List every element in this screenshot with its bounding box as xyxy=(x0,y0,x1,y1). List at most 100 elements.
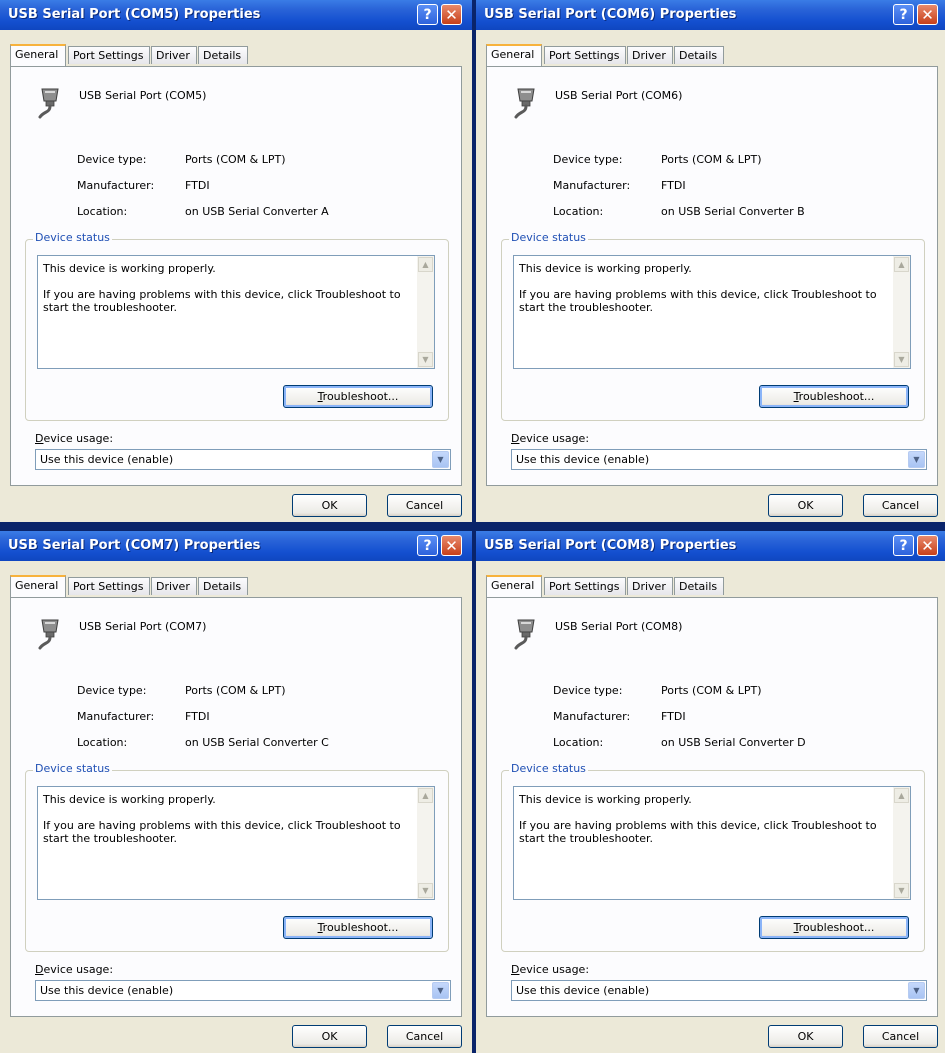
status-scrollbar[interactable]: ▲ ▼ xyxy=(417,256,434,368)
chevron-down-icon[interactable]: ▼ xyxy=(908,982,925,999)
device-usage-label: Device usage: xyxy=(511,432,589,445)
manufacturer-value: FTDI xyxy=(185,179,210,192)
chevron-down-icon[interactable]: ▼ xyxy=(908,451,925,468)
tab-port-settings[interactable]: Port Settings xyxy=(544,46,626,64)
manufacturer-label: Manufacturer: xyxy=(553,179,631,192)
ok-button[interactable]: OK xyxy=(768,1025,843,1048)
title-bar[interactable]: USB Serial Port (COM7) Properties ? ✕ xyxy=(0,531,472,561)
tab-general[interactable]: General xyxy=(10,575,66,597)
title-bar[interactable]: USB Serial Port (COM8) Properties ? ✕ xyxy=(476,531,945,561)
chevron-down-icon[interactable]: ▼ xyxy=(432,982,449,999)
location-label: Location: xyxy=(77,736,128,749)
cancel-button[interactable]: Cancel xyxy=(387,494,462,517)
close-button[interactable]: ✕ xyxy=(441,4,462,25)
troubleshoot-button[interactable]: Troubleshoot... xyxy=(759,385,909,408)
scroll-down-icon[interactable]: ▼ xyxy=(894,352,909,367)
general-tab-panel: USB Serial Port (COM7) Device type: Port… xyxy=(10,597,462,1017)
ok-button[interactable]: OK xyxy=(292,1025,367,1048)
status-scrollbar[interactable]: ▲ ▼ xyxy=(893,256,910,368)
help-button[interactable]: ? xyxy=(893,4,914,25)
tab-driver[interactable]: Driver xyxy=(627,46,673,64)
status-line-2: If you are having problems with this dev… xyxy=(519,288,877,314)
tab-details[interactable]: Details xyxy=(674,577,724,595)
tab-driver[interactable]: Driver xyxy=(627,577,673,595)
device-usage-label-text: evice usage: xyxy=(43,963,114,976)
ok-button[interactable]: OK xyxy=(768,494,843,517)
status-scrollbar[interactable]: ▲ ▼ xyxy=(417,787,434,899)
tab-general[interactable]: General xyxy=(486,44,542,66)
troubleshoot-button[interactable]: Troubleshoot... xyxy=(283,385,433,408)
tab-general[interactable]: General xyxy=(10,44,66,66)
device-status-textbox[interactable]: This device is working properly. If you … xyxy=(513,786,911,900)
tab-general[interactable]: General xyxy=(486,575,542,597)
device-usage-label-text: evice usage: xyxy=(519,432,590,445)
troubleshoot-button[interactable]: Troubleshoot... xyxy=(283,916,433,939)
location-value: on USB Serial Converter C xyxy=(185,736,329,749)
tab-details[interactable]: Details xyxy=(674,46,724,64)
cancel-button[interactable]: Cancel xyxy=(387,1025,462,1048)
chevron-down-icon[interactable]: ▼ xyxy=(432,451,449,468)
device-type-value: Ports (COM & LPT) xyxy=(661,684,762,697)
scroll-up-icon[interactable]: ▲ xyxy=(418,257,433,272)
manufacturer-label: Manufacturer: xyxy=(77,710,155,723)
tab-driver[interactable]: Driver xyxy=(151,577,197,595)
device-usage-value: Use this device (enable) xyxy=(40,453,174,466)
status-line-1: This device is working properly. xyxy=(519,793,692,806)
close-button[interactable]: ✕ xyxy=(917,4,938,25)
device-status-textbox[interactable]: This device is working properly. If you … xyxy=(37,255,435,369)
help-button[interactable]: ? xyxy=(893,535,914,556)
tab-port-settings[interactable]: Port Settings xyxy=(68,577,150,595)
scroll-down-icon[interactable]: ▼ xyxy=(894,883,909,898)
title-bar[interactable]: USB Serial Port (COM6) Properties ? ✕ xyxy=(476,0,945,30)
properties-window: USB Serial Port (COM7) Properties ? ✕ Ge… xyxy=(0,531,472,1053)
status-line-1: This device is working properly. xyxy=(43,262,216,275)
help-button[interactable]: ? xyxy=(417,535,438,556)
device-name: USB Serial Port (COM6) xyxy=(555,89,683,102)
device-usage-select[interactable]: Use this device (enable) ▼ xyxy=(511,449,927,470)
close-button[interactable]: ✕ xyxy=(917,535,938,556)
status-line-1: This device is working properly. xyxy=(43,793,216,806)
device-usage-select[interactable]: Use this device (enable) ▼ xyxy=(35,449,451,470)
tab-port-settings[interactable]: Port Settings xyxy=(68,46,150,64)
troubleshoot-label: roubleshoot... xyxy=(322,390,399,403)
tab-bar: General Port Settings Driver Details xyxy=(10,575,462,597)
device-usage-label-text: evice usage: xyxy=(519,963,590,976)
properties-window: USB Serial Port (COM6) Properties ? ✕ Ge… xyxy=(476,0,945,522)
cancel-button[interactable]: Cancel xyxy=(863,494,938,517)
close-button[interactable]: ✕ xyxy=(441,535,462,556)
title-bar[interactable]: USB Serial Port (COM5) Properties ? ✕ xyxy=(0,0,472,30)
help-button[interactable]: ? xyxy=(417,4,438,25)
device-status-caption: Device status xyxy=(509,231,588,244)
troubleshoot-label: roubleshoot... xyxy=(798,921,875,934)
serial-port-icon xyxy=(514,88,535,119)
troubleshoot-button[interactable]: Troubleshoot... xyxy=(759,916,909,939)
tab-driver[interactable]: Driver xyxy=(151,46,197,64)
serial-port-icon xyxy=(38,619,59,650)
scroll-down-icon[interactable]: ▼ xyxy=(418,883,433,898)
scroll-down-icon[interactable]: ▼ xyxy=(418,352,433,367)
device-name: USB Serial Port (COM7) xyxy=(79,620,207,633)
status-line-1: This device is working properly. xyxy=(519,262,692,275)
device-status-textbox[interactable]: This device is working properly. If you … xyxy=(37,786,435,900)
device-usage-select[interactable]: Use this device (enable) ▼ xyxy=(511,980,927,1001)
properties-window: USB Serial Port (COM8) Properties ? ✕ Ge… xyxy=(476,531,945,1053)
tab-bar: General Port Settings Driver Details xyxy=(10,44,462,66)
cancel-button[interactable]: Cancel xyxy=(863,1025,938,1048)
device-status-caption: Device status xyxy=(33,762,112,775)
tab-details[interactable]: Details xyxy=(198,577,248,595)
scroll-up-icon[interactable]: ▲ xyxy=(418,788,433,803)
status-scrollbar[interactable]: ▲ ▼ xyxy=(893,787,910,899)
scroll-up-icon[interactable]: ▲ xyxy=(894,257,909,272)
scroll-up-icon[interactable]: ▲ xyxy=(894,788,909,803)
device-type-value: Ports (COM & LPT) xyxy=(185,684,286,697)
device-status-textbox[interactable]: This device is working properly. If you … xyxy=(513,255,911,369)
tab-port-settings[interactable]: Port Settings xyxy=(544,577,626,595)
device-name: USB Serial Port (COM8) xyxy=(555,620,683,633)
device-usage-label: Device usage: xyxy=(35,963,113,976)
tab-details[interactable]: Details xyxy=(198,46,248,64)
device-usage-select[interactable]: Use this device (enable) ▼ xyxy=(35,980,451,1001)
ok-button[interactable]: OK xyxy=(292,494,367,517)
serial-port-icon xyxy=(38,88,59,119)
manufacturer-label: Manufacturer: xyxy=(553,710,631,723)
device-usage-label: Device usage: xyxy=(511,963,589,976)
